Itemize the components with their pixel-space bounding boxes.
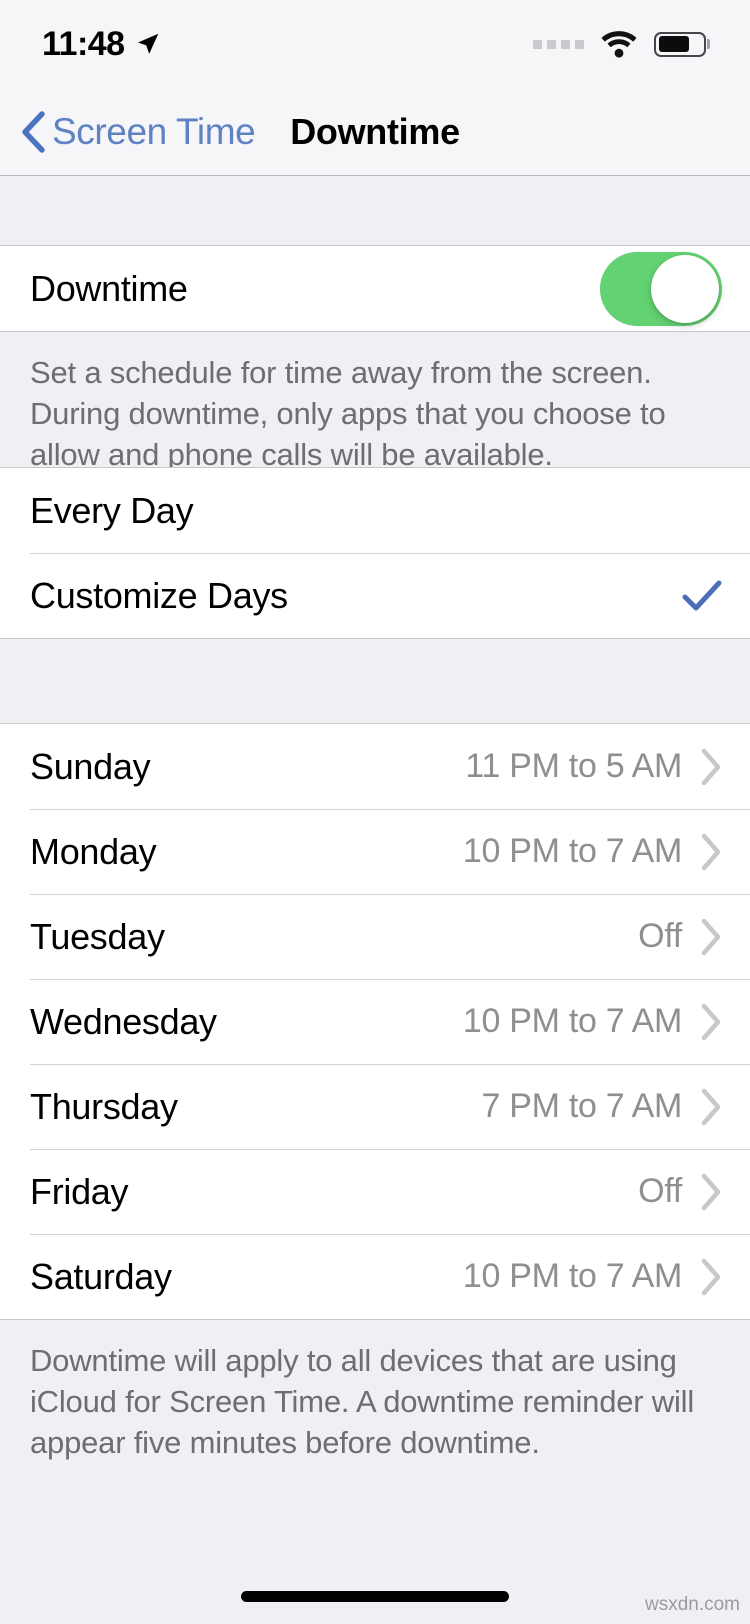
day-row[interactable]: Monday 10 PM to 7 AM: [0, 809, 750, 894]
downtime-toggle[interactable]: [600, 251, 722, 326]
day-value: 10 PM to 7 AM: [462, 1002, 682, 1040]
day-row[interactable]: Thursday 7 PM to 7 AM: [0, 1064, 750, 1149]
status-time: 11:48: [42, 24, 125, 63]
downtime-group: Downtime: [0, 245, 750, 332]
every-day-label: Every Day: [30, 489, 194, 531]
day-label: Thursday: [30, 1085, 178, 1127]
day-label: Monday: [30, 830, 157, 872]
chevron-right-icon: [701, 748, 721, 785]
back-button[interactable]: Screen Time: [20, 110, 256, 154]
checkmark-icon: [682, 580, 722, 610]
navigation-bar: Screen Time Downtime: [0, 88, 750, 176]
day-row[interactable]: Sunday 11 PM to 5 AM: [0, 724, 750, 809]
chevron-right-icon: [701, 1003, 721, 1040]
downtime-section: Downtime Set a schedule for time away fr…: [0, 245, 750, 496]
schedule-option-customize-days[interactable]: Customize Days: [0, 553, 750, 638]
day-value: 7 PM to 7 AM: [481, 1087, 683, 1125]
status-bar: 11:48: [0, 0, 750, 88]
day-row[interactable]: Tuesday Off: [0, 894, 750, 979]
day-row[interactable]: Saturday 10 PM to 7 AM: [0, 1234, 750, 1319]
watermark: wsxdn.com: [644, 1594, 740, 1615]
chevron-right-icon: [701, 833, 721, 870]
day-label: Sunday: [30, 745, 151, 787]
customize-days-label: Customize Days: [30, 574, 288, 616]
location-arrow-icon: [137, 33, 158, 54]
status-bar-right: [533, 30, 710, 58]
iphone-screen: 11:48 Screen Time Downtime Downtime Set …: [0, 0, 750, 1624]
day-row[interactable]: Friday Off: [0, 1149, 750, 1234]
day-value: 11 PM to 5 AM: [465, 747, 682, 785]
toggle-knob: [651, 254, 719, 323]
chevron-right-icon: [701, 1088, 721, 1125]
days-footnote: Downtime will apply to all devices that …: [0, 1320, 750, 1484]
downtime-label: Downtime: [30, 267, 188, 309]
chevron-left-icon: [22, 110, 45, 153]
status-bar-left: 11:48: [42, 25, 161, 64]
wifi-icon: [601, 31, 637, 58]
day-label: Friday: [30, 1170, 129, 1212]
day-label: Wednesday: [30, 1000, 217, 1042]
chevron-right-icon: [701, 918, 721, 955]
schedule-option-every-day[interactable]: Every Day: [0, 468, 750, 553]
schedule-group: Every Day Customize Days: [0, 467, 750, 639]
downtime-toggle-row[interactable]: Downtime: [0, 246, 750, 331]
day-value: 10 PM to 7 AM: [462, 1257, 682, 1295]
back-button-label: Screen Time: [52, 110, 256, 152]
home-indicator[interactable]: [241, 1591, 509, 1602]
battery-icon: [654, 31, 710, 57]
chevron-right-icon: [701, 1173, 721, 1210]
signal-dots-icon: [533, 39, 584, 49]
chevron-right-icon: [701, 1258, 721, 1295]
day-value: Off: [638, 1172, 682, 1210]
day-label: Tuesday: [30, 915, 165, 957]
day-row[interactable]: Wednesday 10 PM to 7 AM: [0, 979, 750, 1064]
day-value: Off: [638, 917, 682, 955]
days-group: Sunday 11 PM to 5 AM Monday 10 PM to 7 AM Tu…: [0, 723, 750, 1320]
days-section: Sunday 11 PM to 5 AM Monday 10 PM to 7 AM Tu…: [0, 723, 750, 1484]
schedule-section: Every Day Customize Days: [0, 467, 750, 639]
day-value: 10 PM to 7 AM: [462, 832, 682, 870]
day-label: Saturday: [30, 1255, 172, 1297]
